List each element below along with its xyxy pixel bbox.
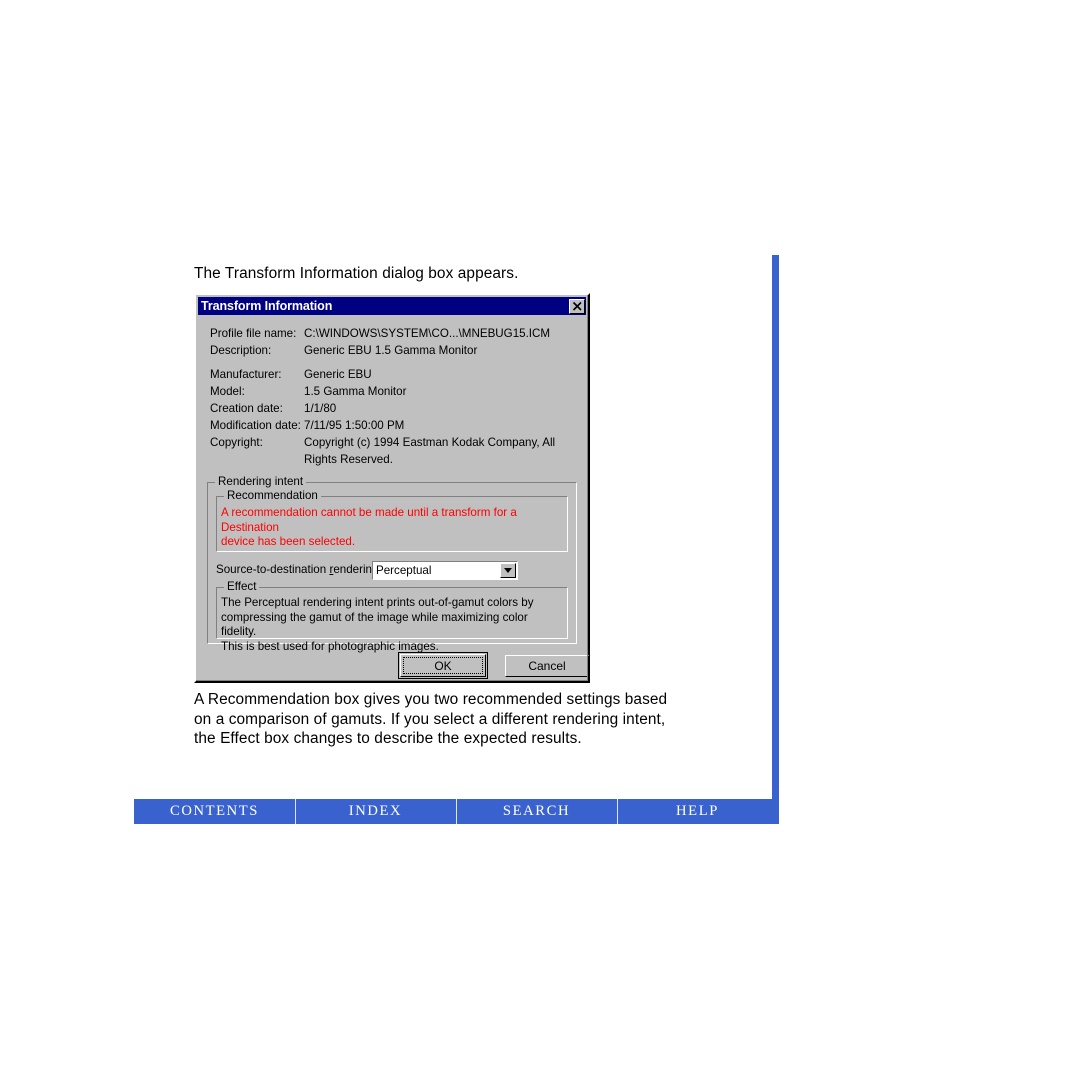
bottom-nav-label: INDEX [348,803,403,819]
rendering-intent-row: Source-to-destination rendering intent: … [216,561,570,580]
info-row: Profile file name: C:\WINDOWS\SYSTEM\CO.… [210,325,576,342]
ok-button-default-frame: OK [398,652,488,679]
close-icon[interactable] [569,298,585,314]
info-value: 1/1/80 [304,402,337,415]
intro-text: The Transform Information dialog box app… [194,265,519,282]
info-label: Description: [210,344,272,357]
bottom-navigation-bar: CONTENTS INDEX SEARCH HELP [134,799,778,824]
info-value-line1: Copyright (c) 1994 Eastman Kodak Company… [304,436,556,449]
groupbox-legend: Recommendation [224,489,321,502]
info-label: Model: [210,385,245,398]
effect-line1: The Perceptual rendering intent prints o… [221,596,534,609]
bottom-nav-label: SEARCH [502,803,571,819]
rendering-intent-value: Perceptual [376,564,432,577]
bottom-nav-search[interactable]: SEARCH [456,799,617,824]
info-label: Modification date: [210,419,301,432]
info-row: Model: 1.5 Gamma Monitor [210,383,576,400]
info-label: Manufacturer: [210,368,282,381]
bottom-nav-help[interactable]: HELP [617,799,778,824]
info-value: Generic EBU 1.5 Gamma Monitor [304,344,478,357]
profile-info-block: Profile file name: C:\WINDOWS\SYSTEM\CO.… [210,325,576,468]
info-value-line2: Rights Reserved. [304,453,393,466]
effect-groupbox: Effect The Perceptual rendering intent p… [216,580,568,653]
cancel-button[interactable]: Cancel [505,654,589,677]
info-row: Description: Generic EBU 1.5 Gamma Monit… [210,342,576,359]
paragraph-line-2: on a comparison of gamuts. If you select… [194,710,666,728]
body-paragraph: A Recommendation box gives you two recom… [194,690,769,749]
recommendation-message: A recommendation cannot be made until a … [221,506,565,550]
groupbox-legend: Effect [224,580,260,593]
label-part-1: Source-to-destination [216,563,330,576]
chevron-down-icon[interactable] [500,563,516,578]
recommendation-line1: A recommendation cannot be made until a … [221,506,517,534]
recommendation-line2: device has been selected. [221,535,356,548]
info-label: Creation date: [210,402,283,415]
cancel-button-label: Cancel [528,658,566,673]
effect-line2: compressing the gamut of the image while… [221,610,528,639]
paragraph-line-1: A Recommendation box gives you two recom… [194,691,668,708]
dialog-title: Transform Information [201,299,333,313]
info-row: Copyright: Copyright (c) 1994 Eastman Ko… [210,434,576,468]
info-value: 7/11/95 1:50:00 PM [304,419,405,432]
bottom-nav-contents[interactable]: CONTENTS [134,799,295,824]
bottom-nav-index[interactable]: INDEX [295,799,456,824]
ok-button[interactable]: OK [400,654,486,677]
transform-information-dialog: Transform Information Profile file name:… [194,293,590,683]
info-row: Creation date: 1/1/80 [210,400,576,417]
dialog-button-row: OK Cancel [398,652,592,679]
recommendation-groupbox: Recommendation A recommendation cannot b… [216,489,568,552]
page-canvas: The Transform Information dialog box app… [0,0,1080,1080]
sidebar-vertical-rule [772,255,779,824]
info-value: C:\WINDOWS\SYSTEM\CO...\MNEBUG15.ICM [304,327,551,340]
cancel-button-frame: Cancel [502,652,592,679]
bottom-nav-label: CONTENTS [169,803,259,819]
info-value: Copyright (c) 1994 Eastman Kodak Company… [304,434,576,468]
info-row: Manufacturer: Generic EBU [210,366,576,383]
effect-message: The Perceptual rendering intent prints o… [221,596,565,654]
paragraph-line-3: the Effect box changes to describe the e… [194,730,582,748]
info-label: Profile file name: [210,327,297,340]
info-value: 1.5 Gamma Monitor [304,385,407,398]
rendering-intent-groupbox: Rendering intent Recommendation A recomm… [207,475,577,653]
dialog-titlebar: Transform Information [198,297,586,315]
rendering-intent-select[interactable]: Perceptual [372,561,518,580]
ok-button-label: OK [434,658,452,673]
info-row: Modification date: 7/11/95 1:50:00 PM [210,417,576,434]
info-value: Generic EBU [304,368,372,381]
info-label: Copyright: [210,436,263,449]
groupbox-legend: Rendering intent [215,475,307,488]
bottom-nav-label: HELP [676,803,719,819]
